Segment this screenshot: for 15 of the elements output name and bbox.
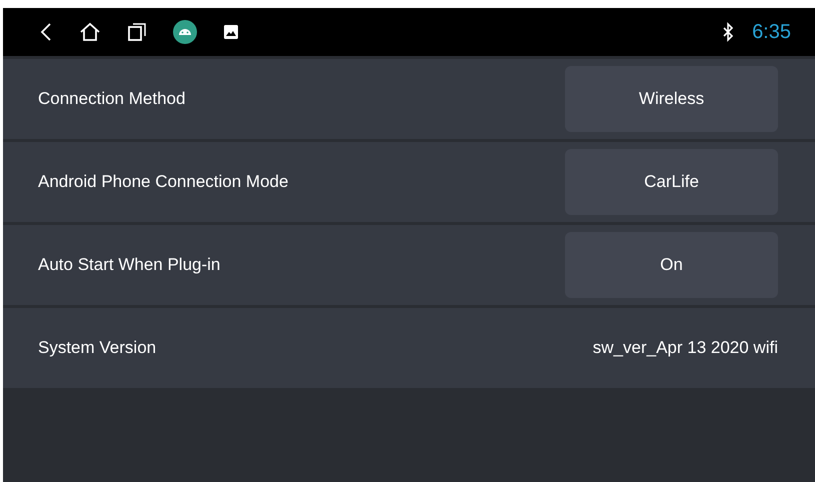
setting-label: Auto Start When Plug-in bbox=[38, 255, 220, 275]
back-icon[interactable] bbox=[39, 22, 53, 42]
setting-label: Android Phone Connection Mode bbox=[38, 172, 288, 192]
bluetooth-icon bbox=[722, 22, 734, 42]
android-icon[interactable] bbox=[173, 20, 197, 44]
setting-value: sw_ver_Apr 13 2020 wifi bbox=[592, 338, 778, 358]
setting-label: System Version bbox=[38, 338, 156, 358]
recent-apps-icon[interactable] bbox=[127, 22, 147, 42]
setting-value-button[interactable]: CarLife bbox=[565, 149, 778, 215]
setting-label: Connection Method bbox=[38, 89, 186, 109]
home-icon[interactable] bbox=[79, 22, 101, 42]
setting-value-button[interactable]: Wireless bbox=[565, 66, 778, 132]
image-icon[interactable] bbox=[223, 24, 239, 40]
clock-time: 6:35 bbox=[752, 20, 791, 44]
setting-value-button[interactable]: On bbox=[565, 232, 778, 298]
